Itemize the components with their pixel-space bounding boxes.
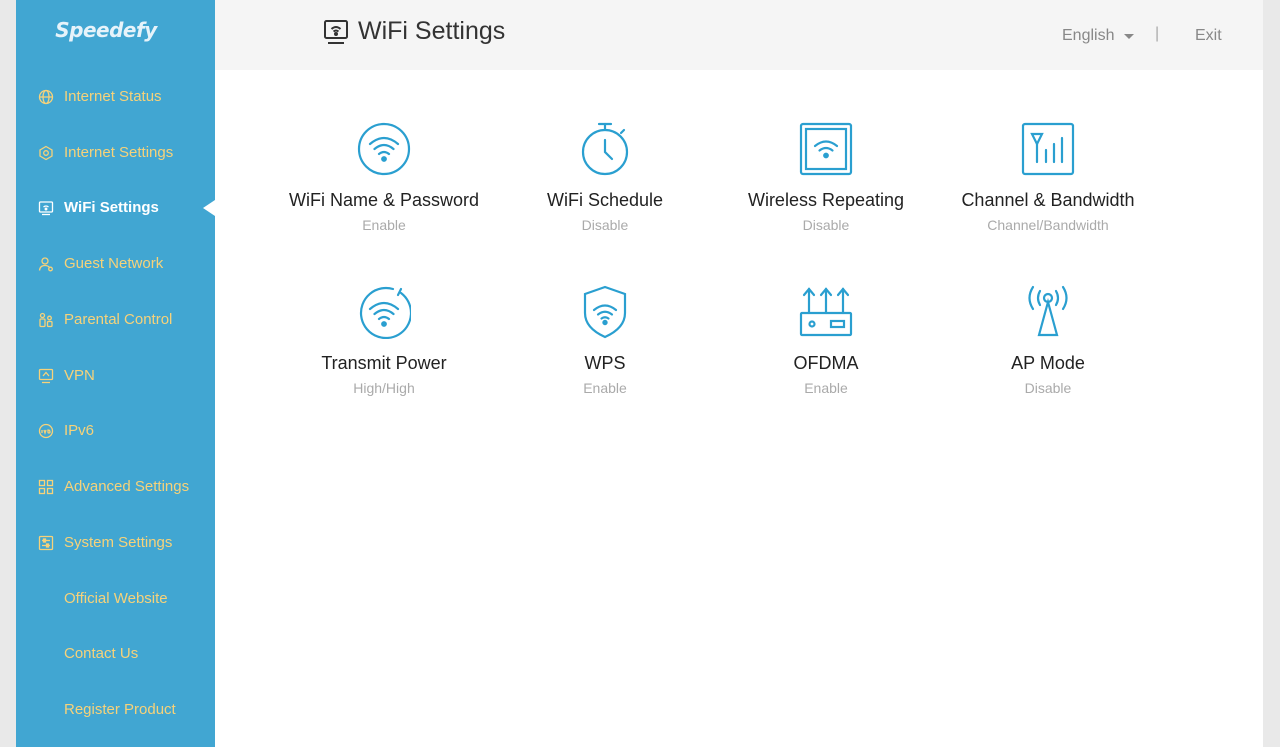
tile-title: AP Mode — [1011, 353, 1085, 373]
tile-status: Enable — [804, 380, 848, 396]
antenna-tower-icon — [1021, 285, 1075, 339]
sidebar-item-register-product[interactable]: Register Product — [16, 695, 215, 725]
tile-title: WPS — [584, 353, 626, 373]
sidebar-item-label: VPN — [64, 367, 95, 384]
sidebar-item-internet-settings[interactable]: Internet Settings — [16, 138, 215, 168]
ipv6-circle-icon — [38, 423, 54, 439]
sidebar-item-label: IPv6 — [64, 422, 95, 439]
tile-transmit-power[interactable]: Transmit Power High/High — [284, 285, 484, 415]
tile-status: Disable — [1024, 380, 1072, 396]
grid-icon — [38, 479, 54, 495]
sidebar-item-advanced-settings[interactable]: Advanced Settings — [16, 472, 215, 502]
guest-user-icon — [38, 256, 54, 272]
page-header: WiFi Settings English | Exit — [215, 0, 1263, 70]
tile-channel-bandwidth[interactable]: Channel & Bandwidth Channel/Bandwidth — [948, 122, 1148, 252]
wifi-monitor-icon — [38, 200, 54, 216]
router-antennas-icon — [799, 285, 853, 339]
tile-status: Disable — [581, 217, 629, 233]
wifi-shield-icon — [578, 285, 632, 339]
sidebar: Speedefy Internet Status Internet Settin… — [16, 0, 215, 747]
sidebar-item-parental-control[interactable]: Parental Control — [16, 305, 215, 335]
globe-icon — [38, 89, 54, 105]
hexagon-gear-icon — [38, 145, 54, 161]
vpn-monitor-icon — [38, 368, 54, 384]
sidebar-item-label: Official Website — [64, 590, 168, 607]
sidebar-item-guest-network[interactable]: Guest Network — [16, 249, 215, 279]
sidebar-item-label: WiFi Settings — [64, 199, 159, 216]
sidebar-item-label: Contact Us — [64, 645, 139, 662]
page-title: WiFi Settings — [358, 17, 506, 45]
tile-wps[interactable]: WPS Enable — [505, 285, 705, 415]
tile-title: OFDMA — [793, 353, 859, 373]
brand-logo: Speedefy — [55, 18, 157, 42]
tile-wifi-name-password[interactable]: WiFi Name & Password Enable — [284, 122, 484, 252]
sidebar-item-system-settings[interactable]: System Settings — [16, 528, 215, 558]
wifi-square-icon — [799, 122, 853, 176]
sidebar-item-internet-status[interactable]: Internet Status — [16, 82, 215, 112]
tile-title: Channel & Bandwidth — [961, 190, 1135, 210]
chevron-down-icon — [1124, 33, 1135, 39]
tile-ap-mode[interactable]: AP Mode Disable — [948, 285, 1148, 415]
wifi-monitor-icon — [323, 19, 349, 45]
tile-status: Channel/Bandwidth — [987, 217, 1109, 233]
tile-title: Transmit Power — [321, 353, 447, 373]
sidebar-item-label: Guest Network — [64, 255, 164, 272]
sidebar-item-label: Internet Status — [64, 88, 162, 105]
main-content: WiFi Name & Password Enable WiFi Schedul… — [215, 70, 1263, 747]
wifi-power-icon — [357, 285, 411, 339]
sidebar-item-label: Register Product — [64, 701, 176, 718]
tile-title: WiFi Schedule — [546, 190, 664, 210]
sidebar-item-label: Internet Settings — [64, 144, 174, 161]
tile-status: High/High — [353, 380, 415, 396]
stopwatch-icon — [578, 122, 632, 176]
page-title-group: WiFi Settings — [323, 17, 505, 46]
sidebar-item-ipv6[interactable]: IPv6 — [16, 416, 215, 446]
parental-family-icon — [38, 312, 54, 328]
tile-title: WiFi Name & Password — [288, 190, 480, 210]
sidebar-item-wifi-settings[interactable]: WiFi Settings — [16, 193, 215, 223]
wifi-circle-icon — [357, 122, 411, 176]
sidebar-item-official-website[interactable]: Official Website — [16, 584, 215, 614]
language-select[interactable]: English — [1062, 27, 1135, 45]
sidebar-item-vpn[interactable]: VPN — [16, 361, 215, 391]
sidebar-item-contact-us[interactable]: Contact Us — [16, 639, 215, 669]
tile-status: Enable — [362, 217, 406, 233]
sidebar-item-label: System Settings — [64, 534, 173, 551]
tile-wireless-repeating[interactable]: Wireless Repeating Disable — [726, 122, 926, 252]
system-sliders-icon — [38, 535, 54, 551]
signal-bars-icon — [1021, 122, 1075, 176]
tile-status: Enable — [583, 380, 627, 396]
language-value: English — [1062, 27, 1115, 44]
exit-link[interactable]: Exit — [1195, 27, 1222, 45]
active-indicator — [203, 200, 215, 216]
sidebar-item-label: Advanced Settings — [64, 478, 190, 495]
tile-title: Wireless Repeating — [747, 190, 905, 210]
tile-ofdma[interactable]: OFDMA Enable — [726, 285, 926, 415]
header-separator: | — [1155, 25, 1160, 42]
tile-status: Disable — [802, 217, 850, 233]
tile-wifi-schedule[interactable]: WiFi Schedule Disable — [505, 122, 705, 252]
sidebar-item-label: Parental Control — [64, 311, 173, 328]
